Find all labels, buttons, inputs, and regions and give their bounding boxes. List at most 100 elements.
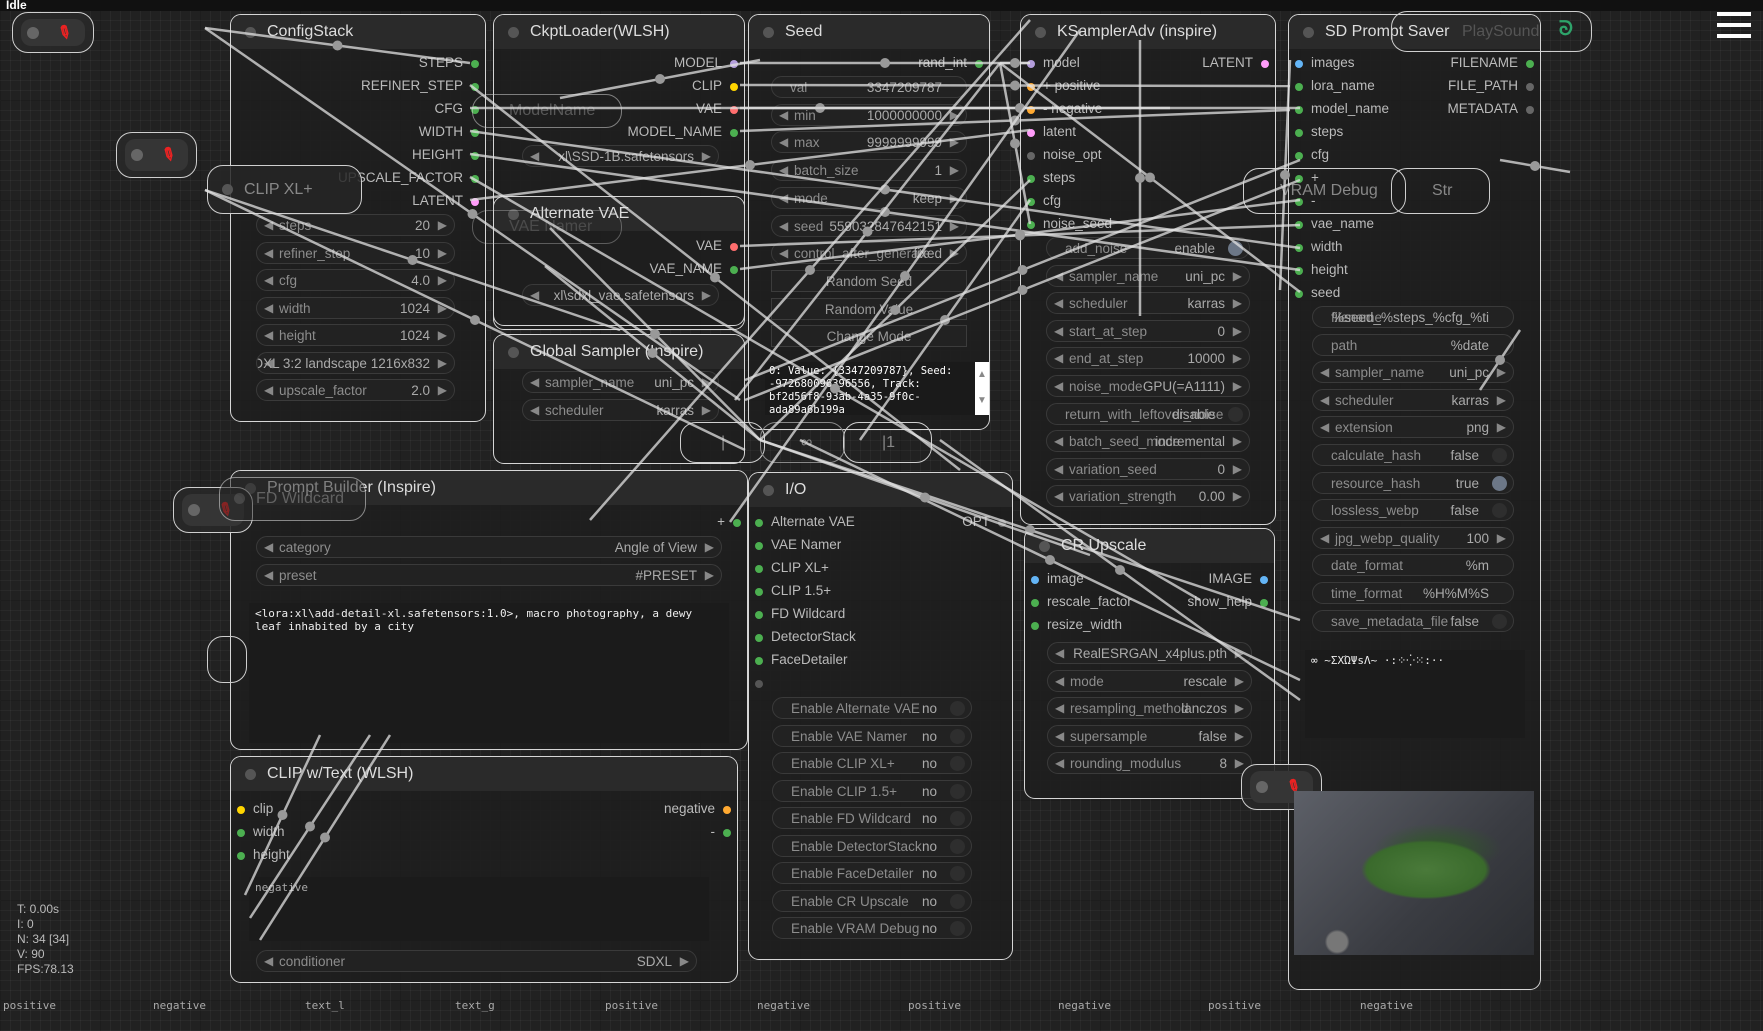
toggle-knob[interactable] bbox=[950, 811, 965, 826]
input-slot-clip-xl-[interactable]: CLIP XL+ bbox=[755, 560, 829, 578]
widget-variation_strength[interactable]: ◀ variation_strength 0.00 ▶ bbox=[1046, 485, 1250, 508]
node-title-bar[interactable]: CLIP w/Text (WLSH) bbox=[231, 757, 737, 791]
widget-filename[interactable]: filename %seed_%steps_%cfg_%ti bbox=[1312, 306, 1514, 328]
widget-width[interactable]: ◀ width 1024 ▶ bbox=[256, 296, 455, 319]
widget-cfg[interactable]: ◀ cfg 4.0 ▶ bbox=[256, 269, 455, 291]
node-collapse-dot[interactable] bbox=[1303, 27, 1314, 38]
widget-val[interactable]: val 3347209787 bbox=[771, 76, 967, 98]
widget-height[interactable]: ◀ height 1024 ▶ bbox=[256, 324, 455, 346]
arrow-left-icon[interactable]: ◀ bbox=[1054, 269, 1063, 283]
arrow-left-icon[interactable]: ◀ bbox=[1054, 434, 1063, 448]
output-dot[interactable] bbox=[1261, 60, 1269, 68]
collapsed-node-clip-xl[interactable]: CLIP XL+ bbox=[207, 165, 362, 214]
pinned-node[interactable]: ✎ bbox=[116, 132, 197, 178]
arrow-right-icon[interactable]: ▶ bbox=[1233, 462, 1242, 476]
widget-value[interactable]: ◀ xl\sdxl_vae.safetensors ▶ bbox=[522, 284, 719, 306]
input-slot-cfg[interactable]: cfg bbox=[1295, 147, 1329, 165]
input-slot-width[interactable]: width bbox=[1295, 239, 1343, 257]
arrow-right-icon[interactable]: ▶ bbox=[1497, 393, 1506, 407]
input-slot-facedetailer[interactable]: FaceDetailer bbox=[755, 652, 848, 670]
collapsed-node-vae-namer[interactable]: VAE Namer bbox=[472, 210, 622, 244]
input-dot[interactable] bbox=[755, 588, 763, 596]
arrow-left-icon[interactable]: ◀ bbox=[1320, 531, 1329, 545]
arrow-left-icon[interactable]: ◀ bbox=[264, 954, 273, 968]
output-slot--[interactable]: - bbox=[711, 824, 731, 842]
link-midpoint[interactable] bbox=[1010, 115, 1020, 126]
output-dot[interactable] bbox=[730, 60, 738, 68]
output-dot[interactable] bbox=[471, 198, 479, 206]
widget-control_after_generate[interactable]: ◀ control_after_generate fixed ▶ bbox=[771, 242, 967, 265]
output-slot-rand_int[interactable]: rand_int bbox=[918, 55, 983, 73]
toggle-knob[interactable] bbox=[950, 866, 965, 881]
output-dot[interactable] bbox=[471, 60, 479, 68]
arrow-left-icon[interactable]: ◀ bbox=[530, 149, 539, 163]
widget-enable-clip-1-5-[interactable]: Enable CLIP 1.5+ no bbox=[772, 779, 972, 802]
toggle-knob[interactable] bbox=[1492, 503, 1507, 519]
arrow-right-icon[interactable]: ▶ bbox=[950, 135, 959, 149]
button-random-seed[interactable]: Random Seed bbox=[771, 269, 967, 292]
output-slot--[interactable]: + bbox=[717, 514, 741, 532]
widget-time_format[interactable]: time_format %H%M%S bbox=[1312, 582, 1514, 604]
widget-value[interactable]: ◀ SDXL 3:2 landscape 1216x832 ▶ bbox=[256, 351, 455, 374]
input-slot-alternate-vae[interactable]: Alternate VAE bbox=[755, 514, 855, 532]
arrow-right-icon[interactable]: ▶ bbox=[1233, 324, 1242, 338]
output-dot[interactable] bbox=[733, 519, 741, 527]
arrow-left-icon[interactable]: ◀ bbox=[779, 108, 788, 122]
widget-noise_mode[interactable]: ◀ noise_mode GPU(=A1111) ▶ bbox=[1046, 375, 1250, 397]
output-slot-image[interactable]: IMAGE bbox=[1208, 571, 1268, 589]
arrow-right-icon[interactable]: ▶ bbox=[1497, 365, 1506, 379]
arrow-left-icon[interactable]: ◀ bbox=[1055, 701, 1064, 715]
arrow-right-icon[interactable]: ▶ bbox=[1235, 674, 1244, 688]
input-slot-lora_name[interactable]: lora_name bbox=[1295, 78, 1375, 96]
widget-start_at_step[interactable]: ◀ start_at_step 0 ▶ bbox=[1046, 319, 1250, 342]
input-slot-seed[interactable]: seed bbox=[1295, 285, 1340, 303]
node-collapse-dot[interactable] bbox=[763, 27, 774, 38]
widget-batch_seed_mode[interactable]: ◀ batch_seed_mode incremental ▶ bbox=[1046, 430, 1250, 453]
input-slot-images[interactable]: images bbox=[1295, 55, 1355, 73]
input-dot[interactable] bbox=[1027, 83, 1035, 91]
input-dot[interactable] bbox=[755, 565, 763, 573]
node-collapse-dot[interactable] bbox=[245, 27, 256, 38]
input-slot-fd-wildcard[interactable]: FD Wildcard bbox=[755, 606, 845, 624]
arrow-left-icon[interactable]: ◀ bbox=[779, 219, 788, 233]
output-dot[interactable] bbox=[1526, 106, 1534, 114]
widget-category[interactable]: ◀ category Angle of View ▶ bbox=[256, 536, 722, 558]
output-slot-latent[interactable]: LATENT bbox=[412, 193, 479, 211]
widget-enable-alternate-vae[interactable]: Enable Alternate VAE no bbox=[772, 697, 972, 719]
input-slot-noise_opt[interactable]: noise_opt bbox=[1027, 147, 1102, 165]
widget-enable-facedetailer[interactable]: Enable FaceDetailer no bbox=[772, 862, 972, 884]
arrow-right-icon[interactable]: ▶ bbox=[1235, 729, 1244, 743]
output-image-preview[interactable] bbox=[1294, 791, 1534, 955]
widget-path[interactable]: path %date bbox=[1312, 333, 1514, 356]
arrow-right-icon[interactable]: ▶ bbox=[702, 403, 711, 417]
output-slot-metadata[interactable]: METADATA bbox=[1448, 101, 1534, 119]
widget-preset[interactable]: ◀ preset #PRESET ▶ bbox=[256, 564, 722, 586]
io-node[interactable]: I/O Alternate VAE OPT VAE Namer CLIP XL+ CLIP… bbox=[748, 472, 1013, 960]
output-dot[interactable] bbox=[730, 83, 738, 91]
input-slot-empty[interactable] bbox=[755, 675, 771, 693]
pinned-node[interactable]: ✎ bbox=[12, 12, 94, 53]
arrow-left-icon[interactable]: ◀ bbox=[1054, 351, 1063, 365]
widget-variation_seed[interactable]: ◀ variation_seed 0 ▶ bbox=[1046, 457, 1250, 480]
input-dot[interactable] bbox=[1027, 129, 1035, 137]
arrow-left-icon[interactable]: ◀ bbox=[779, 163, 788, 177]
input-dot[interactable] bbox=[1031, 576, 1039, 584]
arrow-left-icon[interactable]: ◀ bbox=[264, 301, 273, 315]
arrow-right-icon[interactable]: ▶ bbox=[1235, 701, 1244, 715]
arrow-right-icon[interactable]: ▶ bbox=[1233, 379, 1242, 393]
input-slot-vae-namer[interactable]: VAE Namer bbox=[755, 537, 841, 555]
collapsed-node-fd-wildcard[interactable]: FD Wildcard bbox=[219, 477, 366, 521]
toggle-knob[interactable] bbox=[950, 783, 965, 799]
node-collapse-dot[interactable] bbox=[245, 769, 256, 780]
output-slot-latent[interactable]: LATENT bbox=[1202, 55, 1269, 73]
reroute-node[interactable]: | bbox=[680, 422, 765, 463]
collapsed-node-playsound[interactable]: PlaySound ᘐ bbox=[1391, 11, 1592, 52]
input-dot[interactable] bbox=[1295, 129, 1303, 137]
arrow-left-icon[interactable]: ◀ bbox=[1055, 646, 1064, 660]
toggle-knob[interactable] bbox=[950, 701, 965, 716]
toggle-knob[interactable] bbox=[950, 728, 965, 744]
input-slot-vae_name[interactable]: vae_name bbox=[1295, 216, 1374, 234]
arrow-right-icon[interactable]: ▶ bbox=[705, 568, 714, 582]
widget-jpg_webp_quality[interactable]: ◀ jpg_webp_quality 100 ▶ bbox=[1312, 526, 1514, 549]
arrow-right-icon[interactable]: ▶ bbox=[1233, 489, 1242, 503]
